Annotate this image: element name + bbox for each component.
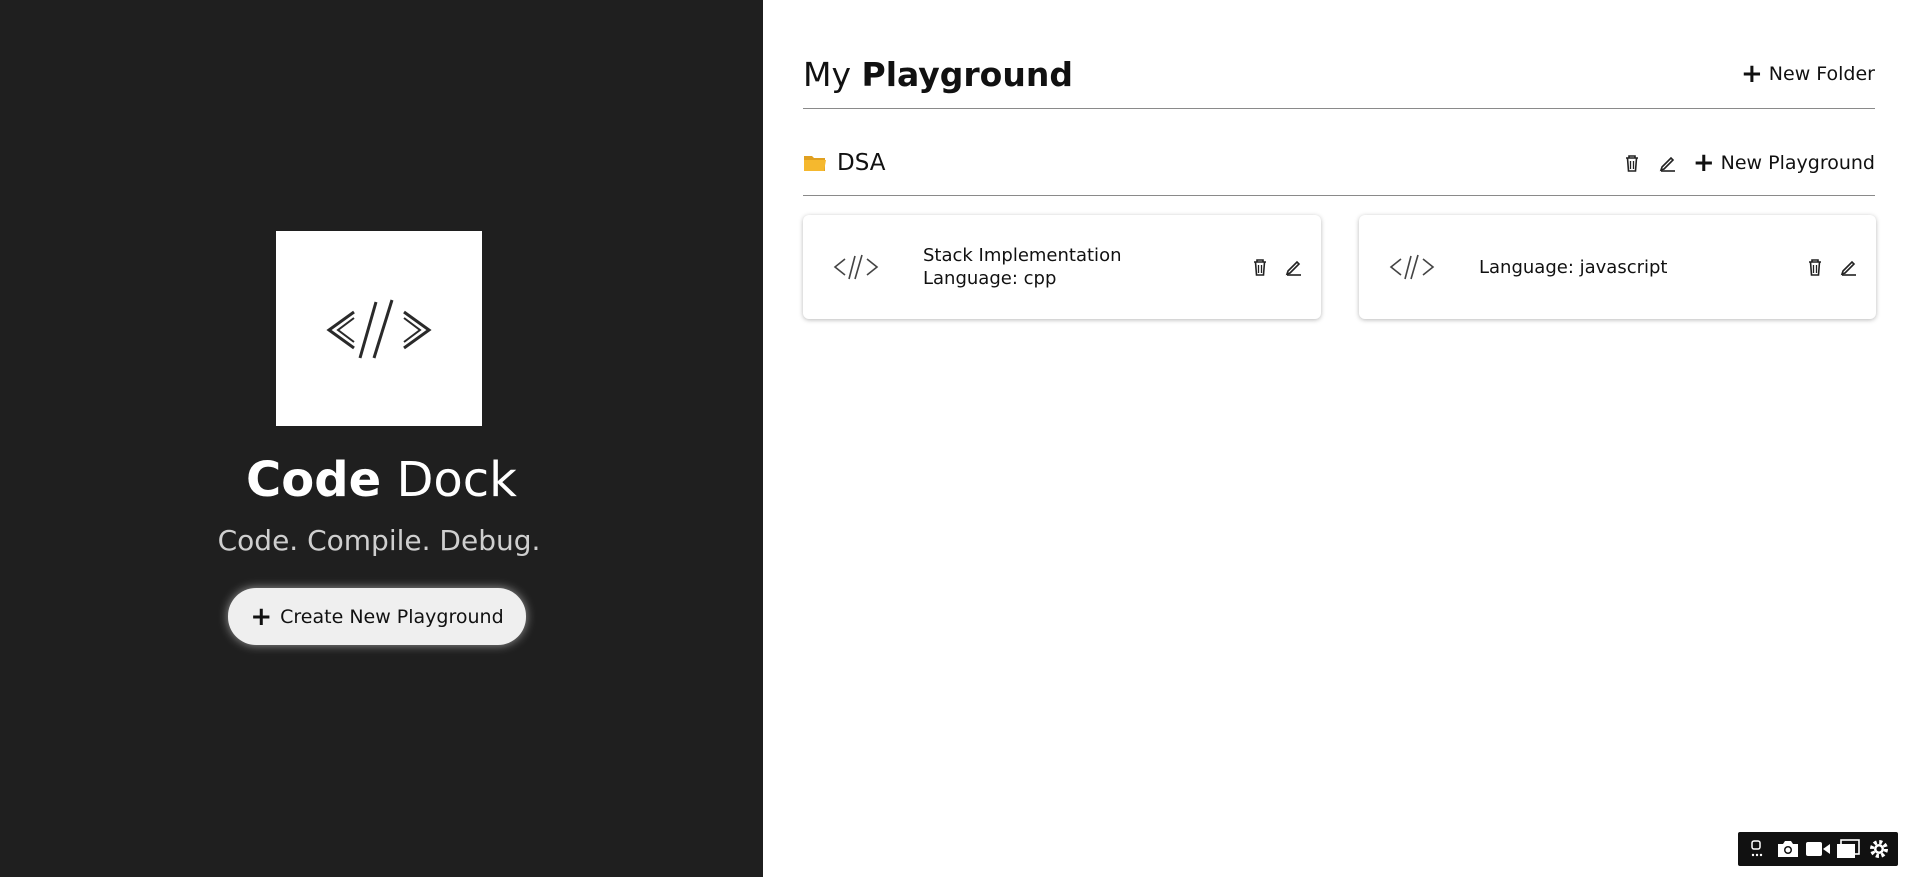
- window-icon[interactable]: [1834, 836, 1862, 862]
- main-content: My Playground + New Folder DSA + New Pla…: [763, 0, 1911, 877]
- brand-name: Code Dock: [0, 450, 763, 510]
- folder-name: DSA: [837, 150, 886, 176]
- screenshot-toolbar: [1738, 832, 1898, 866]
- camera-icon[interactable]: [1774, 836, 1802, 862]
- folder-row: DSA + New Playground: [803, 146, 1875, 180]
- plus-icon: +: [1692, 148, 1715, 178]
- card-actions: [1249, 256, 1305, 278]
- delete-icon[interactable]: [1249, 256, 1271, 278]
- create-button-label: Create New Playground: [280, 605, 504, 628]
- brand-bold: Code: [246, 452, 382, 508]
- playground-card[interactable]: Language: javascript: [1359, 215, 1876, 319]
- edit-icon[interactable]: [1283, 256, 1305, 278]
- create-new-playground-button[interactable]: + Create New Playground: [228, 588, 526, 645]
- page-title-bold: Playground: [861, 55, 1073, 94]
- divider: [803, 195, 1875, 196]
- delete-folder-icon[interactable]: [1621, 152, 1643, 174]
- card-info: Language: javascript: [1479, 256, 1668, 279]
- gear-icon[interactable]: [1865, 836, 1893, 862]
- new-folder-label: New Folder: [1768, 63, 1875, 85]
- tagline: Code. Compile. Debug.: [217, 524, 541, 557]
- playground-card[interactable]: Stack Implementation Language: cpp: [803, 215, 1321, 319]
- sidebar: Code Dock Code. Compile. Debug. + Create…: [0, 0, 763, 877]
- delete-icon[interactable]: [1804, 256, 1826, 278]
- plus-icon: +: [250, 601, 273, 632]
- new-playground-label: New Playground: [1720, 152, 1875, 174]
- page-title: My Playground: [803, 54, 1073, 96]
- card-title: Stack Implementation: [923, 245, 1122, 266]
- video-camera-icon[interactable]: [1804, 836, 1832, 862]
- folder-icon: [804, 156, 826, 171]
- app-logo: [276, 231, 482, 426]
- card-info: Stack Implementation Language: cpp: [923, 244, 1121, 290]
- page-title-prefix: My: [803, 55, 852, 94]
- plus-icon: +: [1741, 59, 1763, 89]
- folder-actions: + New Playground: [1621, 148, 1875, 178]
- code-icon: [326, 299, 432, 358]
- code-icon: [1389, 254, 1435, 280]
- brand-light: Dock: [396, 452, 517, 508]
- code-icon: [833, 254, 879, 280]
- card-actions: [1804, 256, 1860, 278]
- edit-folder-icon[interactable]: [1657, 152, 1679, 174]
- card-language: Language: javascript: [1479, 256, 1668, 278]
- card-language: Language: cpp: [923, 268, 1057, 289]
- divider: [803, 108, 1875, 109]
- edit-icon[interactable]: [1838, 256, 1860, 278]
- new-playground-button[interactable]: + New Playground: [1692, 148, 1875, 178]
- extension-icon[interactable]: [1743, 836, 1771, 862]
- new-folder-button[interactable]: + New Folder: [1741, 60, 1875, 88]
